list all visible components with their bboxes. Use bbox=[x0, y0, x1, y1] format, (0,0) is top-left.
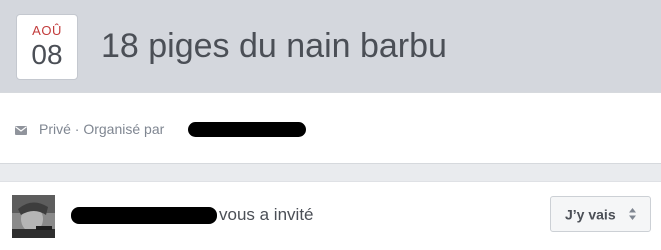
rsvp-label: J’y vais bbox=[565, 206, 616, 223]
event-title: 18 piges du nain barbu bbox=[101, 27, 447, 65]
event-day: 08 bbox=[31, 39, 63, 70]
redacted-inviter-name bbox=[71, 207, 217, 224]
event-info-bar: Privé · Organisé par bbox=[0, 92, 661, 164]
envelope-icon bbox=[15, 126, 27, 135]
inviter-avatar[interactable] bbox=[12, 195, 55, 238]
event-date-badge: AOÛ 08 bbox=[16, 14, 78, 80]
sort-arrows-icon bbox=[629, 208, 636, 220]
invite-text: vous a invité bbox=[219, 205, 314, 224]
invitation-bar: vous a invité J’y vais bbox=[0, 181, 661, 250]
avatar-photo bbox=[12, 195, 55, 238]
rsvp-button[interactable]: J’y vais bbox=[550, 196, 651, 232]
privacy-organizer-text: Privé · Organisé par bbox=[39, 121, 165, 137]
redacted-organizer-name bbox=[188, 122, 306, 137]
event-header: AOÛ 08 18 piges du nain barbu bbox=[0, 0, 661, 92]
event-month: AOÛ bbox=[32, 23, 62, 38]
